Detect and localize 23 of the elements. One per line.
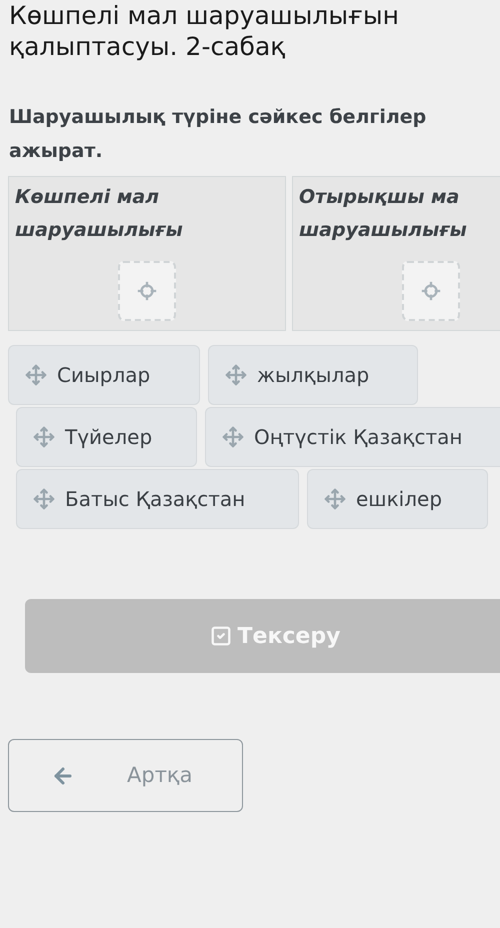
drop-slot[interactable] bbox=[118, 261, 176, 321]
target-icon bbox=[136, 280, 158, 302]
draggable-item[interactable]: жылқылар bbox=[208, 345, 418, 405]
move-icon bbox=[324, 488, 346, 510]
drop-slot[interactable] bbox=[402, 261, 460, 321]
move-icon bbox=[25, 364, 47, 386]
check-square-icon bbox=[210, 625, 232, 647]
draggable-item[interactable]: ешкілер bbox=[307, 469, 488, 529]
move-icon bbox=[33, 426, 55, 448]
drop-zone[interactable]: Көшпелі мал шаруашылығы bbox=[8, 176, 286, 331]
draggable-item[interactable]: Оңтүстік Қазақстан bbox=[205, 407, 500, 467]
category-label: Көшпелі мал шаруашылығы bbox=[15, 185, 184, 243]
category-label: Отырықшы ма шаруашылығы bbox=[299, 185, 468, 243]
draggable-item[interactable]: Сиырлар bbox=[8, 345, 200, 405]
instruction-text: Шаруашылық түріне сәйкес белгілер ажырат. bbox=[8, 105, 428, 164]
draggable-item[interactable]: Батыс Қазақстан bbox=[16, 469, 299, 529]
move-icon bbox=[33, 488, 55, 510]
move-icon bbox=[225, 364, 247, 386]
drop-zone[interactable]: Отырықшы ма шаруашылығы bbox=[292, 176, 500, 331]
draggable-item[interactable]: Түйелер bbox=[16, 407, 197, 467]
page-title: Көшпелі мал шаруашылығын қалыптасуы. 2-сабақ bbox=[8, 0, 400, 62]
move-icon bbox=[222, 426, 244, 448]
target-icon bbox=[420, 280, 442, 302]
